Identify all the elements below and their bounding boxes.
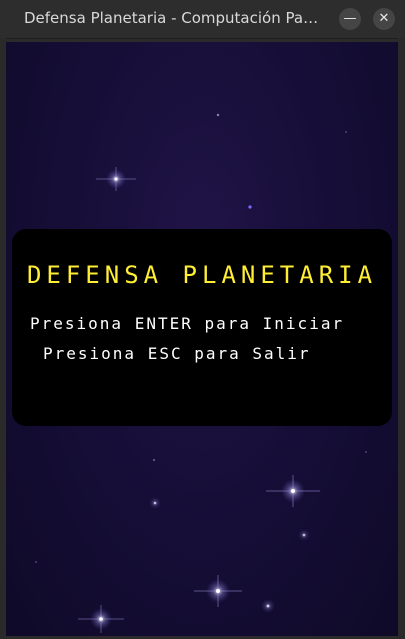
window-title: Defensa Planetaria - Computación Paral..… [24,9,324,27]
game-canvas[interactable]: DEFENSA PLANETARIA Presiona ENTER para I… [6,42,398,636]
star-sparkle-2 [266,475,320,507]
star-small-8 [345,131,347,133]
star-small-3 [149,497,161,509]
main-menu-panel: DEFENSA PLANETARIA Presiona ENTER para I… [12,229,392,426]
star-small-2 [248,205,252,209]
game-window: Defensa Planetaria - Computación Paral..… [0,0,405,639]
start-prompt: Presiona ENTER para Iniciar [30,314,345,333]
star-sparkle-3 [194,575,242,607]
game-title: DEFENSA PLANETARIA [26,261,378,289]
minimize-button[interactable]: — [339,8,361,30]
star-small-10 [365,451,367,453]
star-sparkle-4 [78,605,124,633]
star-small-4 [298,529,310,541]
title-bar[interactable]: Defensa Planetaria - Computación Paral..… [0,0,405,39]
star-small-1 [216,113,220,117]
star-small-6 [153,459,155,461]
quit-prompt: Presiona ESC para Salir [43,344,311,363]
star-small-9 [35,561,37,563]
star-sparkle-1 [96,167,136,191]
star-small-5 [261,599,275,613]
window-border-right [398,38,405,639]
close-button[interactable]: ✕ [373,8,395,30]
